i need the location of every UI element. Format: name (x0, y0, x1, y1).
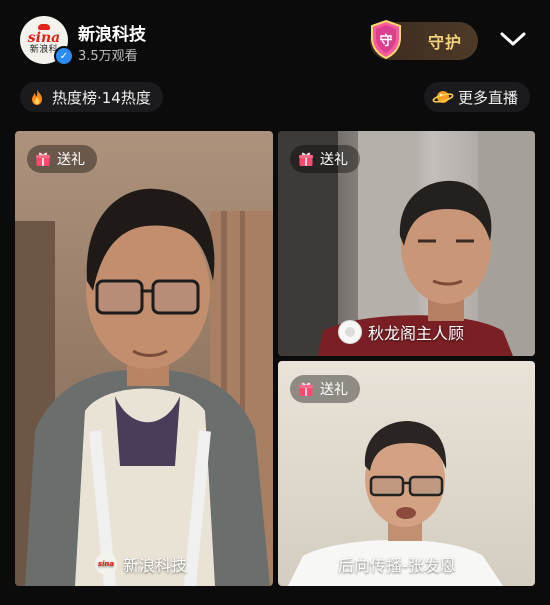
room-header: sina 新浪科 ✓ 新浪科技 3.5万观看 守 守护 (0, 0, 550, 78)
gift-label: 送礼 (320, 152, 348, 168)
gift-icon (299, 152, 313, 166)
gift-button[interactable]: 送礼 (290, 375, 360, 403)
guard-label: 守护 (427, 33, 462, 52)
shield-char: 守 (379, 33, 392, 49)
shield-icon: 守 (371, 19, 401, 60)
host-avatar: sina (95, 553, 117, 575)
gift-icon (36, 152, 50, 166)
live-room: sina 新浪科 ✓ 新浪科技 3.5万观看 守 守护 热度榜·14热度 更多直… (0, 0, 550, 605)
guest-name-tag: 秋龙阁主人顾 (338, 320, 464, 344)
host-name: 新浪科技 (123, 556, 188, 575)
guest-name-tag: 后向传播-张发恩 (338, 552, 456, 576)
channel-name[interactable]: 新浪科技 (78, 20, 146, 45)
gift-button[interactable]: 送礼 (290, 145, 360, 173)
gift-label: 送礼 (57, 152, 85, 168)
flame-icon (32, 89, 42, 105)
more-live-label: 更多直播 (457, 88, 518, 107)
heat-ranking-label: 热度榜·14热度 (52, 88, 151, 107)
video-tile-guest-1[interactable]: 送礼 秋龙阁主人顾 (278, 131, 535, 356)
viewer-count: 3.5万观看 (78, 49, 138, 64)
gift-icon (299, 382, 313, 396)
planet-icon (432, 91, 454, 103)
video-tile-guest-2[interactable]: 送礼 后向传播-张发恩 (278, 361, 535, 586)
heat-ranking-button[interactable]: 热度榜·14热度 (20, 82, 163, 112)
gift-label: 送礼 (320, 382, 348, 398)
guard-button[interactable]: 守 守护 (370, 19, 478, 60)
video-tile-main[interactable]: 送礼 sina 新浪科技 (15, 131, 273, 586)
chevron-down-icon[interactable] (499, 28, 527, 50)
verified-icon: ✓ (54, 46, 74, 66)
avatar-brand-text: sina (27, 30, 61, 46)
guest-avatar (338, 320, 362, 344)
host-name-tag: sina 新浪科技 (95, 552, 187, 576)
host-video-frame (15, 188, 273, 586)
guest-name: 秋龙阁主人顾 (368, 324, 465, 343)
guest-name: 后向传播-张发恩 (338, 556, 456, 575)
more-live-button[interactable]: 更多直播 (423, 82, 530, 112)
gift-button[interactable]: 送礼 (27, 145, 97, 173)
